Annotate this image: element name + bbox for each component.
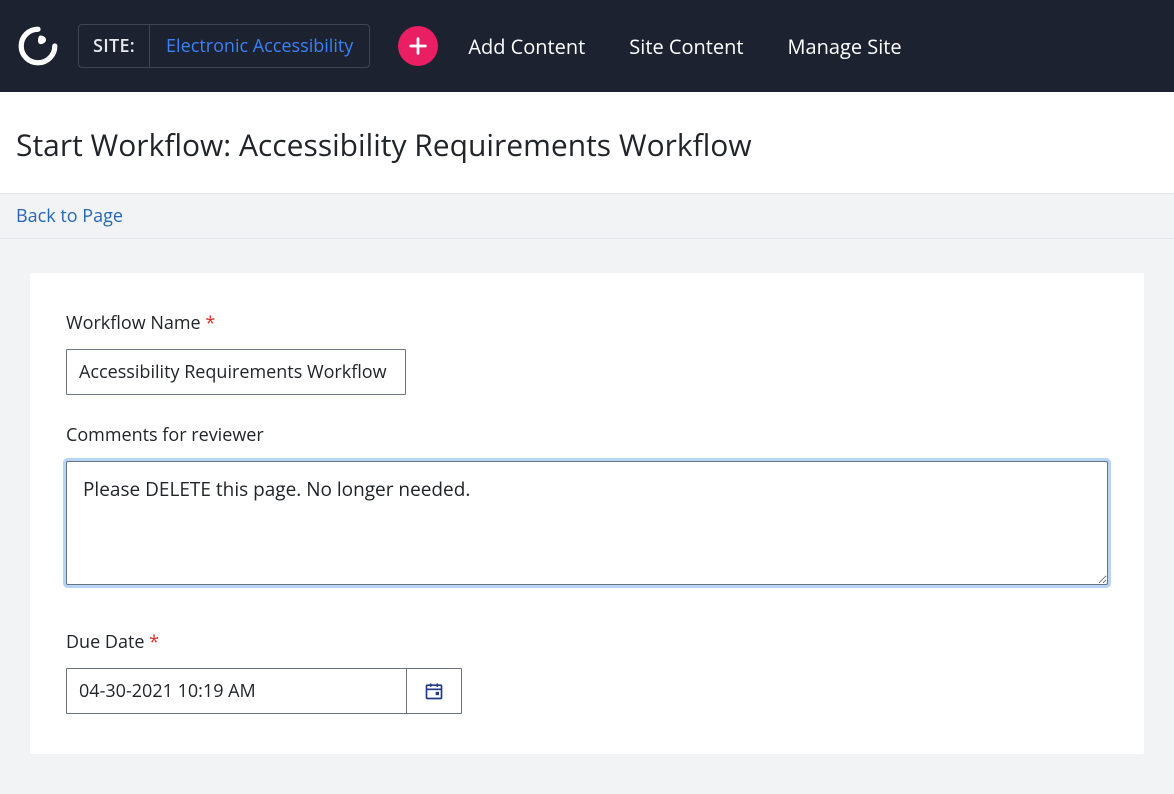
due-date-label-text: Due Date	[66, 630, 144, 654]
add-content-button[interactable]	[398, 26, 438, 66]
page-title: Start Workflow: Accessibility Requiremen…	[0, 92, 1174, 193]
workflow-name-label-text: Workflow Name	[66, 311, 201, 335]
comments-label: Comments for reviewer	[66, 423, 1108, 447]
due-date-label: Due Date *	[66, 630, 1108, 654]
date-picker-button[interactable]	[406, 668, 462, 714]
required-asterisk: *	[205, 311, 215, 335]
nav-manage-site[interactable]: Manage Site	[772, 27, 918, 66]
breadcrumb: Back to Page	[0, 193, 1174, 239]
app-logo[interactable]	[16, 24, 60, 68]
due-date-row	[66, 668, 1108, 714]
workflow-name-label: Workflow Name *	[66, 311, 1108, 335]
calendar-icon	[424, 681, 444, 701]
site-label: SITE:	[79, 25, 150, 67]
nav-site-content[interactable]: Site Content	[613, 27, 759, 66]
field-comments: Comments for reviewer	[66, 423, 1108, 590]
form-container: Workflow Name * Comments for reviewer Du…	[0, 239, 1174, 794]
due-date-input[interactable]	[66, 668, 406, 714]
field-due-date: Due Date *	[66, 630, 1108, 714]
field-workflow-name: Workflow Name *	[66, 311, 1108, 395]
cascade-logo-icon	[17, 25, 59, 67]
site-selector[interactable]: SITE: Electronic Accessibility	[78, 24, 370, 68]
comments-textarea[interactable]	[66, 461, 1108, 585]
topbar: SITE: Electronic Accessibility Add Conte…	[0, 0, 1174, 92]
site-name[interactable]: Electronic Accessibility	[150, 25, 369, 67]
back-to-page-link[interactable]: Back to Page	[16, 204, 123, 228]
workflow-name-input[interactable]	[66, 349, 406, 395]
required-asterisk: *	[149, 630, 159, 654]
plus-icon	[407, 35, 429, 57]
form-card: Workflow Name * Comments for reviewer Du…	[30, 273, 1144, 754]
nav-add-content[interactable]: Add Content	[452, 27, 601, 66]
